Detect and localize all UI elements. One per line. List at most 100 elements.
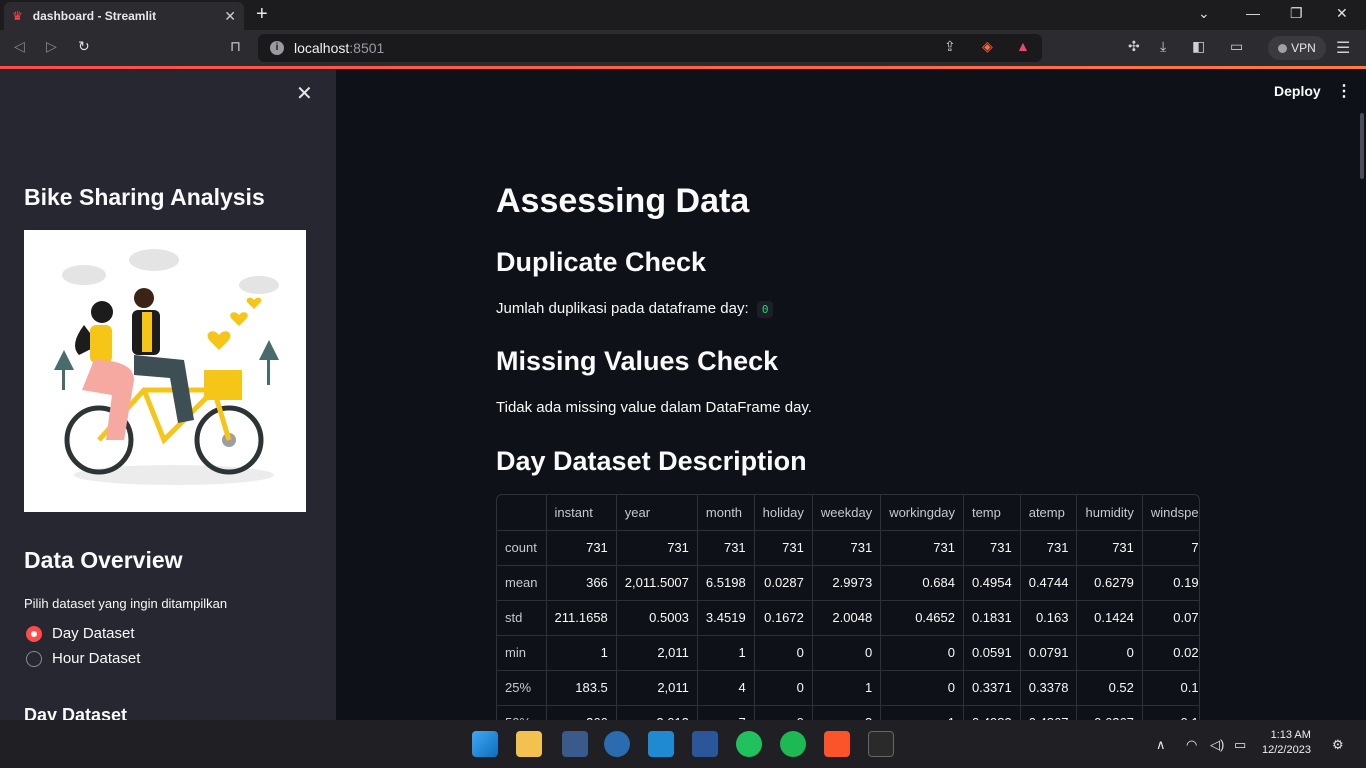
column-header[interactable]: month [697, 495, 755, 531]
table-cell[interactable]: 0 [754, 705, 813, 720]
table-cell[interactable]: 0.1 [1142, 670, 1199, 706]
table-cell[interactable]: 0.1831 [963, 600, 1021, 636]
close-tab-icon[interactable]: ✕ [224, 8, 236, 25]
table-cell[interactable]: 0.19 [1142, 565, 1199, 601]
table-cell[interactable]: 0 [880, 670, 964, 706]
maximize-button[interactable]: ❐ [1290, 5, 1303, 22]
table-cell[interactable]: 1 [546, 635, 617, 671]
taskbar-clock[interactable]: 1:13 AM 12/2/2023 [1262, 728, 1311, 758]
table-cell[interactable]: 0.1672 [754, 600, 813, 636]
table-cell[interactable]: 7 [697, 705, 755, 720]
table-cell[interactable]: 731 [1020, 530, 1078, 566]
forward-icon[interactable]: ▷ [46, 38, 57, 55]
tab-search-icon[interactable]: ⌄ [1198, 5, 1210, 22]
table-cell[interactable]: 731 [546, 530, 617, 566]
table-cell[interactable]: 3.4519 [697, 600, 755, 636]
table-cell[interactable]: 731 [616, 530, 698, 566]
windows-start-icon[interactable] [472, 731, 498, 757]
main-menu-icon[interactable]: ⋮ [1336, 81, 1352, 101]
row-header[interactable]: count [497, 530, 547, 566]
row-header[interactable]: 50% [497, 705, 547, 720]
table-cell[interactable]: 0.163 [1020, 600, 1078, 636]
column-header[interactable]: year [616, 495, 698, 531]
table-cell[interactable]: 7 [1142, 530, 1199, 566]
table-cell[interactable]: 0.5003 [616, 600, 698, 636]
description-table[interactable]: instant year month holiday weekday worki… [496, 494, 1200, 720]
wifi-icon[interactable]: ◠ [1186, 737, 1197, 753]
table-cell[interactable]: 731 [963, 530, 1021, 566]
volume-icon[interactable]: ◁) [1210, 737, 1224, 753]
row-header[interactable]: mean [497, 565, 547, 601]
table-cell[interactable]: 0.6279 [1076, 565, 1143, 601]
table-cell[interactable]: 0.4867 [1020, 705, 1078, 720]
table-cell[interactable]: 0.3378 [1020, 670, 1078, 706]
download-icon[interactable]: ⤓ [1160, 38, 1166, 55]
table-cell[interactable]: 1 [880, 705, 964, 720]
virtualbox-icon[interactable] [604, 731, 630, 757]
table-cell[interactable]: 0.6267 [1076, 705, 1143, 720]
deploy-button[interactable]: Deploy [1274, 83, 1321, 99]
column-header[interactable]: humidity [1076, 495, 1143, 531]
column-header[interactable] [497, 495, 547, 531]
table-cell[interactable]: 0.1 [1142, 705, 1199, 720]
table-cell[interactable]: 0.02 [1142, 635, 1199, 671]
table-cell[interactable]: 1 [697, 635, 755, 671]
table-cell[interactable]: 0 [754, 670, 813, 706]
bookmark-icon[interactable]: ⊓ [230, 38, 241, 55]
column-header[interactable]: instant [546, 495, 617, 531]
table-cell[interactable]: 1 [812, 670, 882, 706]
table-cell[interactable]: 0.684 [880, 565, 964, 601]
table-cell[interactable]: 0 [880, 635, 964, 671]
table-cell[interactable]: 366 [546, 705, 617, 720]
column-header[interactable]: weekday [812, 495, 882, 531]
row-header[interactable]: min [497, 635, 547, 671]
table-cell[interactable]: 2.0048 [812, 600, 882, 636]
spotify-icon[interactable] [780, 731, 806, 757]
table-cell[interactable]: 183.5 [546, 670, 617, 706]
table-cell[interactable]: 0 [754, 635, 813, 671]
sidebar-toggle-icon[interactable]: ◧ [1192, 38, 1205, 55]
column-header[interactable]: windspe [1142, 495, 1199, 531]
close-window-button[interactable]: ✕ [1336, 5, 1348, 22]
table-cell[interactable]: 2,011 [616, 635, 698, 671]
menu-icon[interactable]: ☰ [1336, 38, 1350, 58]
vpn-button[interactable]: VPN [1268, 36, 1326, 60]
file-explorer-icon[interactable] [516, 731, 542, 757]
table-cell[interactable]: 731 [880, 530, 964, 566]
table-cell[interactable]: 2,011.5007 [616, 565, 698, 601]
share-icon[interactable]: ⇪ [944, 38, 956, 55]
table-cell[interactable]: 2,012 [616, 705, 698, 720]
table-cell[interactable]: 0.4744 [1020, 565, 1078, 601]
table-cell[interactable]: 0.3371 [963, 670, 1021, 706]
table-cell[interactable]: 0.4983 [963, 705, 1021, 720]
table-cell[interactable]: 0 [1076, 635, 1143, 671]
table-cell[interactable]: 0.4954 [963, 565, 1021, 601]
table-cell[interactable]: 0 [812, 635, 882, 671]
brave-rewards-icon[interactable]: ▲ [1016, 38, 1030, 54]
table-cell[interactable]: 731 [812, 530, 882, 566]
row-header[interactable]: 25% [497, 670, 547, 706]
back-icon[interactable]: ◁ [14, 38, 25, 55]
table-cell[interactable]: 366 [546, 565, 617, 601]
vscode-icon[interactable] [648, 731, 674, 757]
table-cell[interactable]: 0.0791 [1020, 635, 1078, 671]
address-bar[interactable]: i localhost :8501 [258, 34, 1042, 62]
radio-hour-dataset[interactable]: Hour Dataset [26, 650, 140, 667]
table-cell[interactable]: 731 [754, 530, 813, 566]
column-header[interactable]: holiday [754, 495, 813, 531]
table-cell[interactable]: 0.07 [1142, 600, 1199, 636]
mysql-workbench-icon[interactable] [562, 731, 588, 757]
radio-unselected-icon[interactable] [26, 650, 42, 667]
tray-overflow-icon[interactable]: ∧ [1156, 737, 1166, 753]
table-cell[interactable]: 731 [697, 530, 755, 566]
extensions-icon[interactable]: ✣ [1128, 38, 1140, 55]
table-cell[interactable]: 0.4652 [880, 600, 964, 636]
row-header[interactable]: std [497, 600, 547, 636]
minimize-button[interactable]: — [1246, 5, 1260, 21]
browser-tab[interactable]: ♛ dashboard - Streamlit ✕ [4, 2, 244, 30]
table-cell[interactable]: 0.52 [1076, 670, 1143, 706]
close-sidebar-icon[interactable]: ✕ [296, 81, 313, 106]
table-cell[interactable]: 0.1424 [1076, 600, 1143, 636]
new-tab-button[interactable]: + [256, 3, 268, 26]
jupyter-icon[interactable] [736, 731, 762, 757]
